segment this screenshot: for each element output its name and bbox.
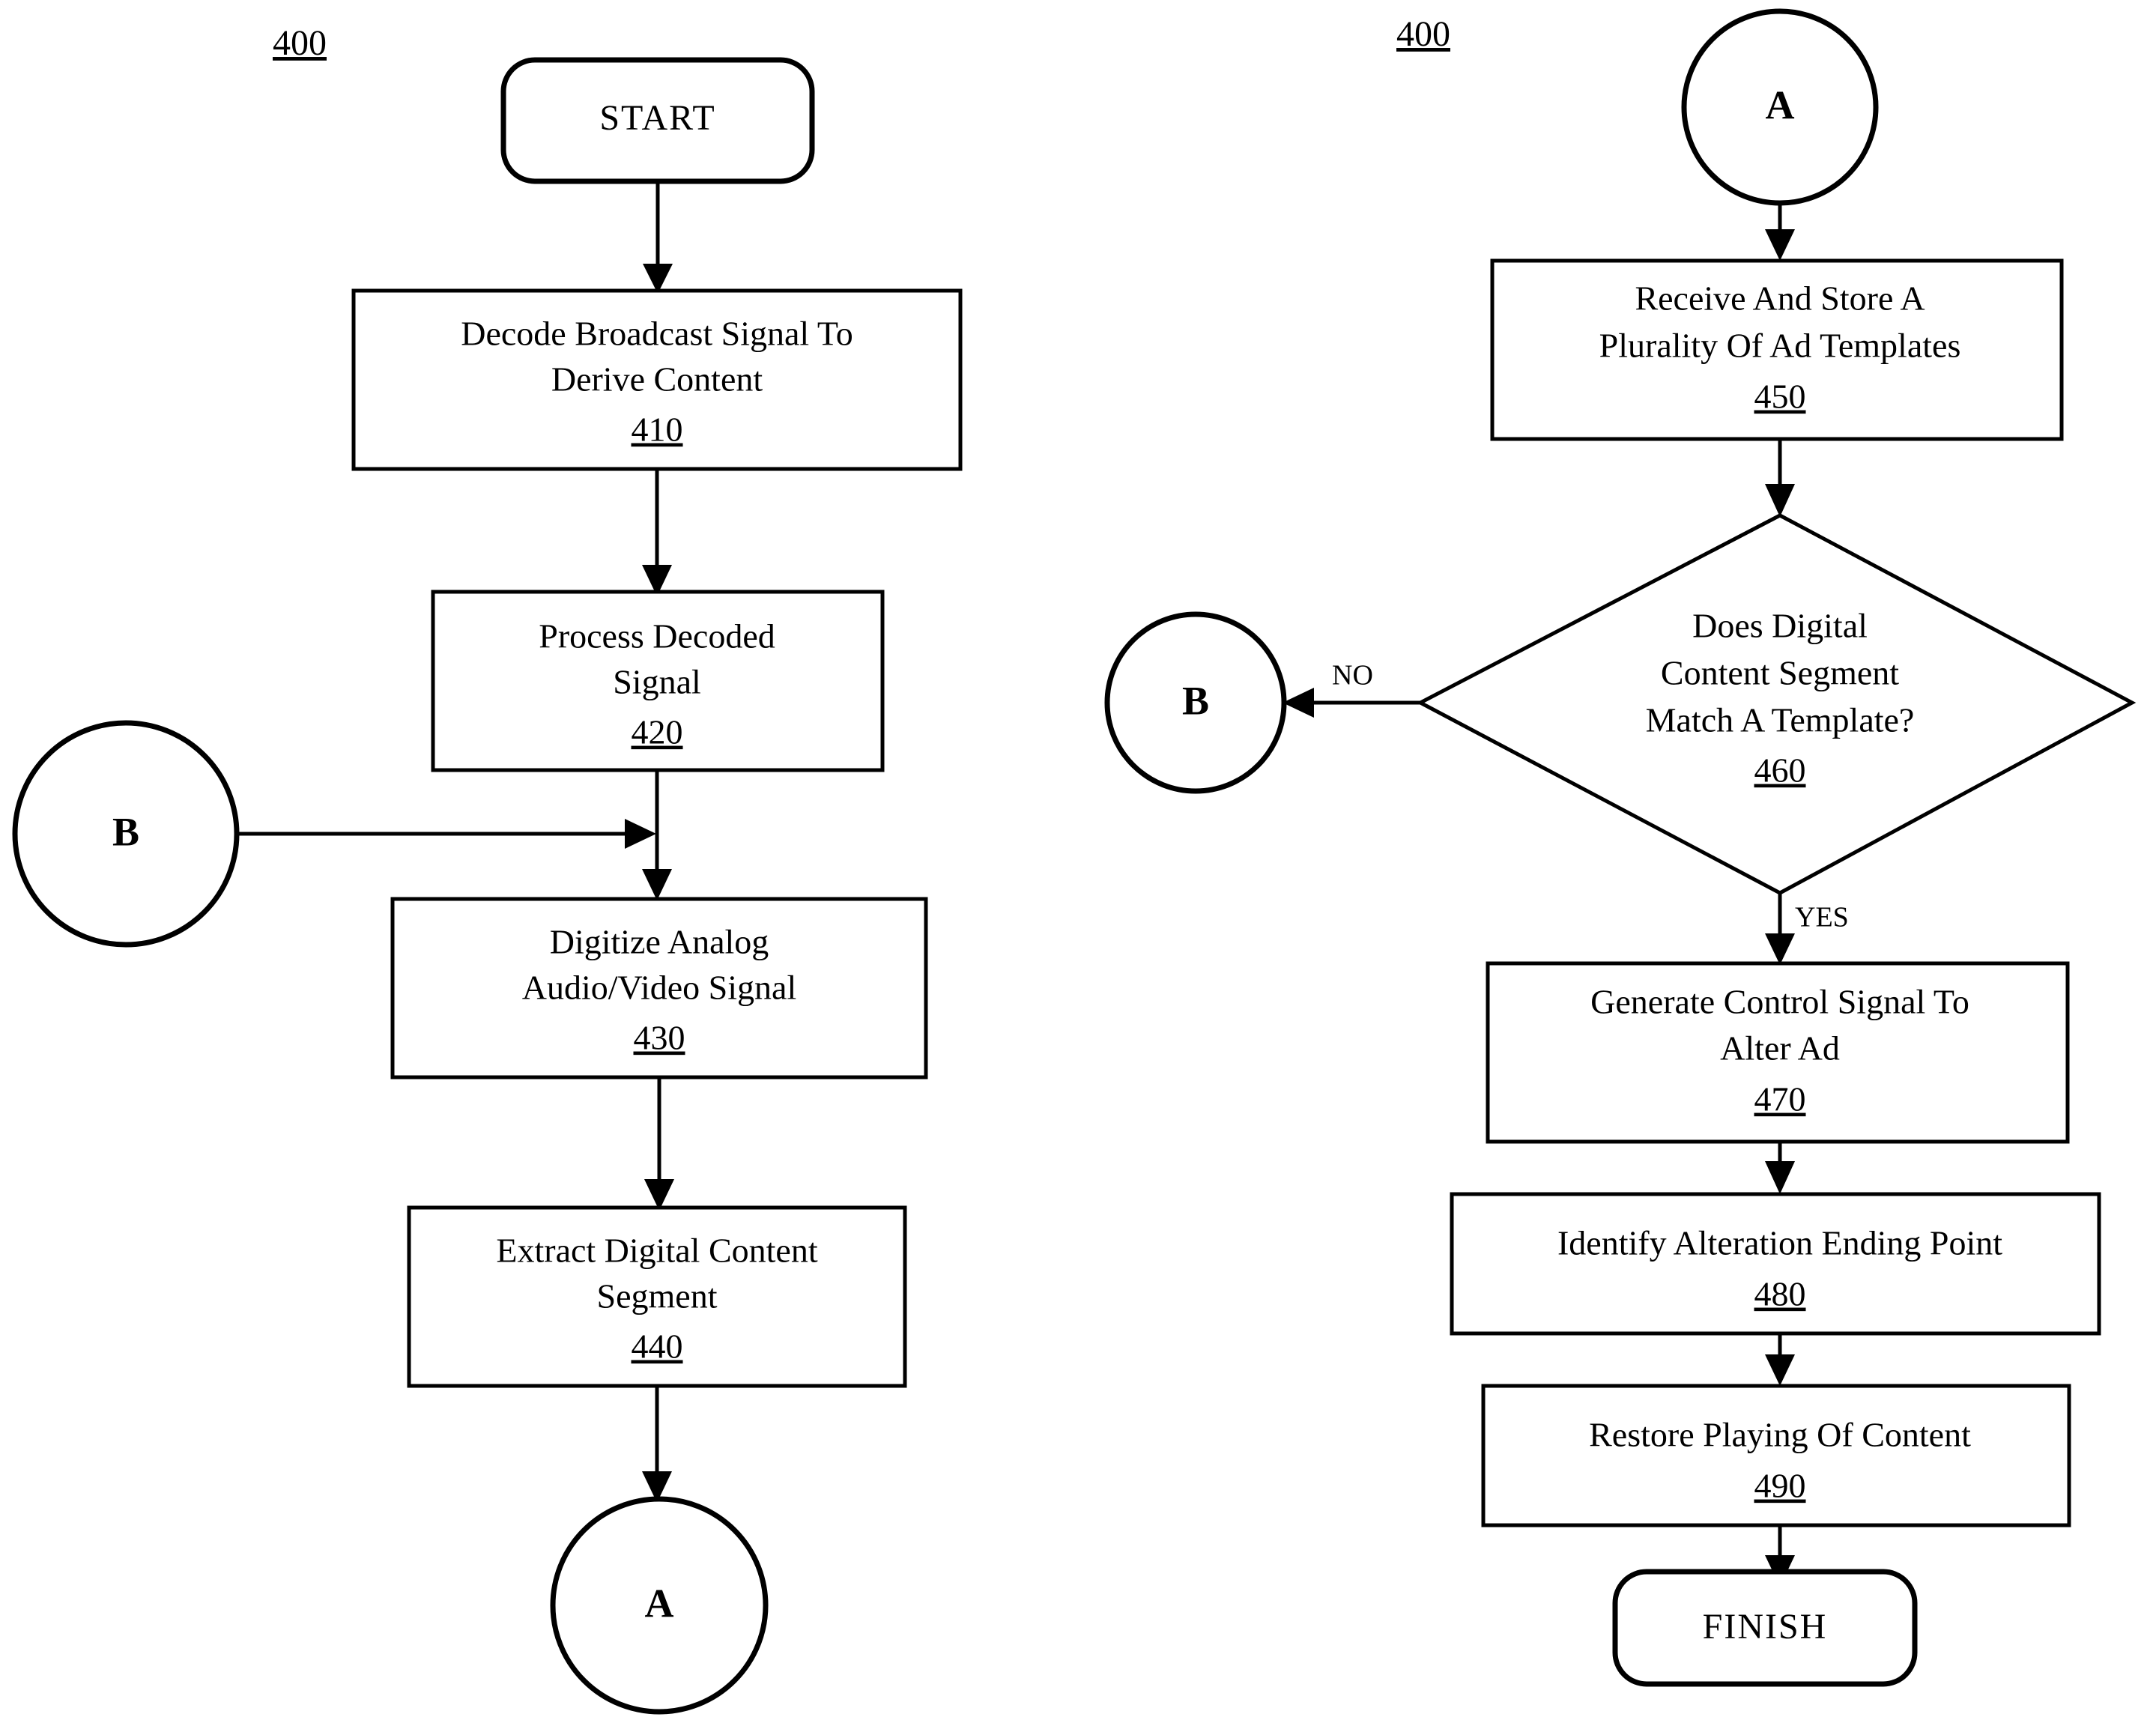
process-470-line2: Alter Ad [1720, 1029, 1840, 1068]
process-430-line2: Audio/Video Signal [522, 969, 797, 1007]
process-420-ref: 420 [632, 713, 683, 751]
figure-label-left: 400 [273, 23, 327, 63]
process-450-ref: 450 [1754, 378, 1806, 416]
connector-b-right-label: B [1182, 678, 1209, 723]
process-440-ref: 440 [632, 1327, 683, 1366]
arrowhead-450-to-460 [1765, 484, 1795, 517]
process-440-line2: Segment [597, 1277, 718, 1315]
process-410-ref: 410 [632, 411, 683, 449]
connector-a-left-label: A [645, 1581, 674, 1626]
process-480-line1: Identify Alteration Ending Point [1557, 1224, 2002, 1262]
arrowhead-a-to-450 [1765, 229, 1795, 261]
patent-flowchart-figure: 400 START Decode Broadcast Signal To Der… [0, 0, 2156, 1717]
arrowhead-480-to-490 [1765, 1354, 1795, 1386]
connector-a-right-label: A [1766, 82, 1795, 127]
arrowhead-b-to-430 [625, 819, 656, 849]
process-440-line1: Extract Digital Content [496, 1232, 817, 1270]
process-450-line1: Receive And Store A [1635, 279, 1925, 318]
process-450-line2: Plurality Of Ad Templates [1599, 327, 1961, 365]
finish-label: FINISH [1703, 1607, 1828, 1647]
connector-b-left-label: B [112, 809, 139, 854]
process-470-ref: 470 [1754, 1080, 1806, 1118]
arrowhead-420-to-430 [642, 869, 672, 900]
process-420-line2: Signal [613, 663, 701, 701]
decision-460-line1: Does Digital [1692, 607, 1868, 645]
branch-label-yes: YES [1795, 902, 1849, 933]
process-410-line1: Decode Broadcast Signal To [461, 315, 853, 353]
figure-label-right: 400 [1396, 14, 1450, 54]
process-430-line1: Digitize Analog [550, 923, 769, 961]
process-420-line1: Process Decoded [539, 617, 775, 655]
process-470-line1: Generate Control Signal To [1590, 983, 1969, 1021]
arrowhead-460-no-to-b [1283, 688, 1314, 718]
process-490-line1: Restore Playing Of Content [1589, 1416, 1971, 1454]
flowchart-canvas: 400 START Decode Broadcast Signal To Der… [12, 8, 2137, 1715]
decision-460-line2: Content Segment [1661, 654, 1899, 692]
start-label: START [599, 98, 715, 138]
process-490-ref: 490 [1754, 1467, 1806, 1505]
decision-460-line3: Match A Template? [1646, 701, 1915, 739]
arrowhead-470-to-480 [1765, 1161, 1795, 1194]
arrowhead-460-yes-to-470 [1765, 933, 1795, 965]
decision-460-ref: 460 [1754, 751, 1806, 790]
process-430-ref: 430 [634, 1019, 685, 1057]
process-480-ref: 480 [1754, 1275, 1806, 1313]
process-410-line2: Derive Content [551, 360, 763, 399]
branch-label-no: NO [1332, 660, 1373, 691]
